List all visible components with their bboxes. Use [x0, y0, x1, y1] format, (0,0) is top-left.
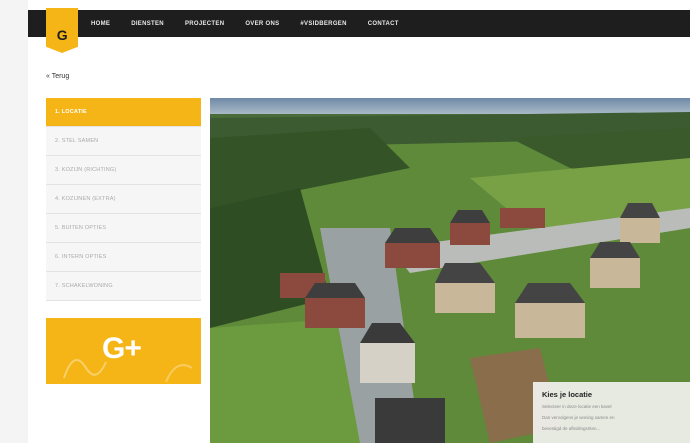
- step-item-locatie[interactable]: 1. LOCATIE: [46, 98, 201, 127]
- location-info-title: Kies je locatie: [542, 390, 593, 399]
- promo-banner[interactable]: G+: [46, 318, 201, 384]
- nav-item-home[interactable]: HOME: [91, 21, 110, 27]
- step-item-kozijn-richting[interactable]: 3. KOZIJN (RICHTING): [46, 156, 201, 185]
- step-item-schakelwoning[interactable]: 7. SCHAKELWONING: [46, 272, 201, 301]
- nav-item-diensten[interactable]: DIENSTEN: [131, 21, 164, 27]
- nav-item-hashtag[interactable]: #VSIDBERGEN: [300, 21, 346, 27]
- step-item-buiten-opties[interactable]: 5. BUITEN OPTIES: [46, 214, 201, 243]
- step-item-kozijnen-extra[interactable]: 4. KOZIJNEN (EXTRA): [46, 185, 201, 214]
- nav-item-contact[interactable]: CONTACT: [368, 21, 399, 27]
- location-info-line-3: bevestigd de afleidingsriten...: [542, 426, 601, 431]
- nav-item-projecten[interactable]: PROJECTEN: [185, 21, 224, 27]
- step-item-intern-opties[interactable]: 6. INTERN OPTIES: [46, 243, 201, 272]
- step-list: 1. LOCATIE 2. STEL SAMEN 3. KOZIJN (RICH…: [46, 98, 201, 301]
- location-info-line-2: Dan vervolgens je woning samen en: [542, 415, 615, 420]
- step-item-stel-samen[interactable]: 2. STEL SAMEN: [46, 127, 201, 156]
- main-navigation: HOME DIENSTEN PROJECTEN OVER ONS #VSIDBE…: [91, 10, 420, 37]
- logo[interactable]: G: [46, 8, 78, 53]
- promo-logo-text: G+: [102, 332, 142, 365]
- location-info-panel: Kies je locatie Selecteer in deze locati…: [533, 382, 690, 443]
- nav-item-over-ons[interactable]: OVER ONS: [245, 21, 279, 27]
- logo-text: G: [56, 27, 68, 43]
- location-info-line-1: Selecteer in deze locatie een kavel: [542, 404, 612, 409]
- back-link[interactable]: « Terug: [46, 73, 69, 80]
